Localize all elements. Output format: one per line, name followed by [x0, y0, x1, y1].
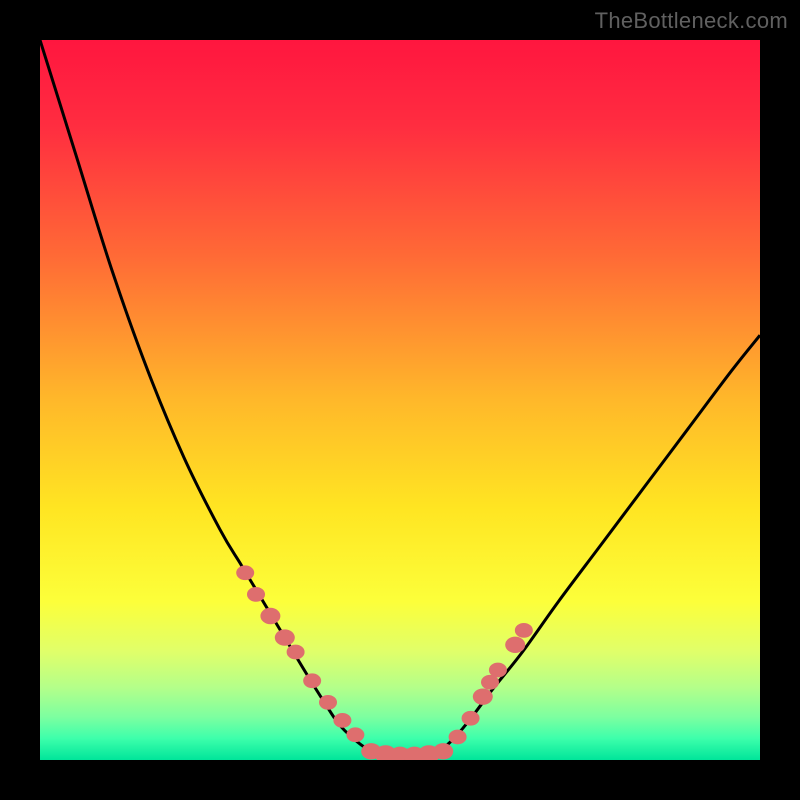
- marker-point: [275, 629, 295, 645]
- chart-frame: TheBottleneck.com: [0, 0, 800, 800]
- marker-point: [247, 587, 265, 602]
- marker-point: [489, 663, 507, 678]
- marker-point: [462, 711, 480, 726]
- chart-svg: [40, 40, 760, 760]
- marker-point: [236, 565, 254, 580]
- marker-point: [303, 673, 321, 688]
- marker-point: [333, 713, 351, 728]
- marker-point: [346, 727, 364, 742]
- plot-area: [40, 40, 760, 760]
- marker-point: [260, 608, 280, 624]
- gradient-background: [40, 40, 760, 760]
- marker-point: [287, 645, 305, 660]
- marker-point: [515, 623, 533, 638]
- marker-point: [319, 695, 337, 710]
- marker-point: [505, 637, 525, 653]
- marker-point: [449, 730, 467, 745]
- marker-point: [433, 743, 453, 759]
- marker-point: [473, 688, 493, 704]
- attribution-text: TheBottleneck.com: [595, 8, 788, 34]
